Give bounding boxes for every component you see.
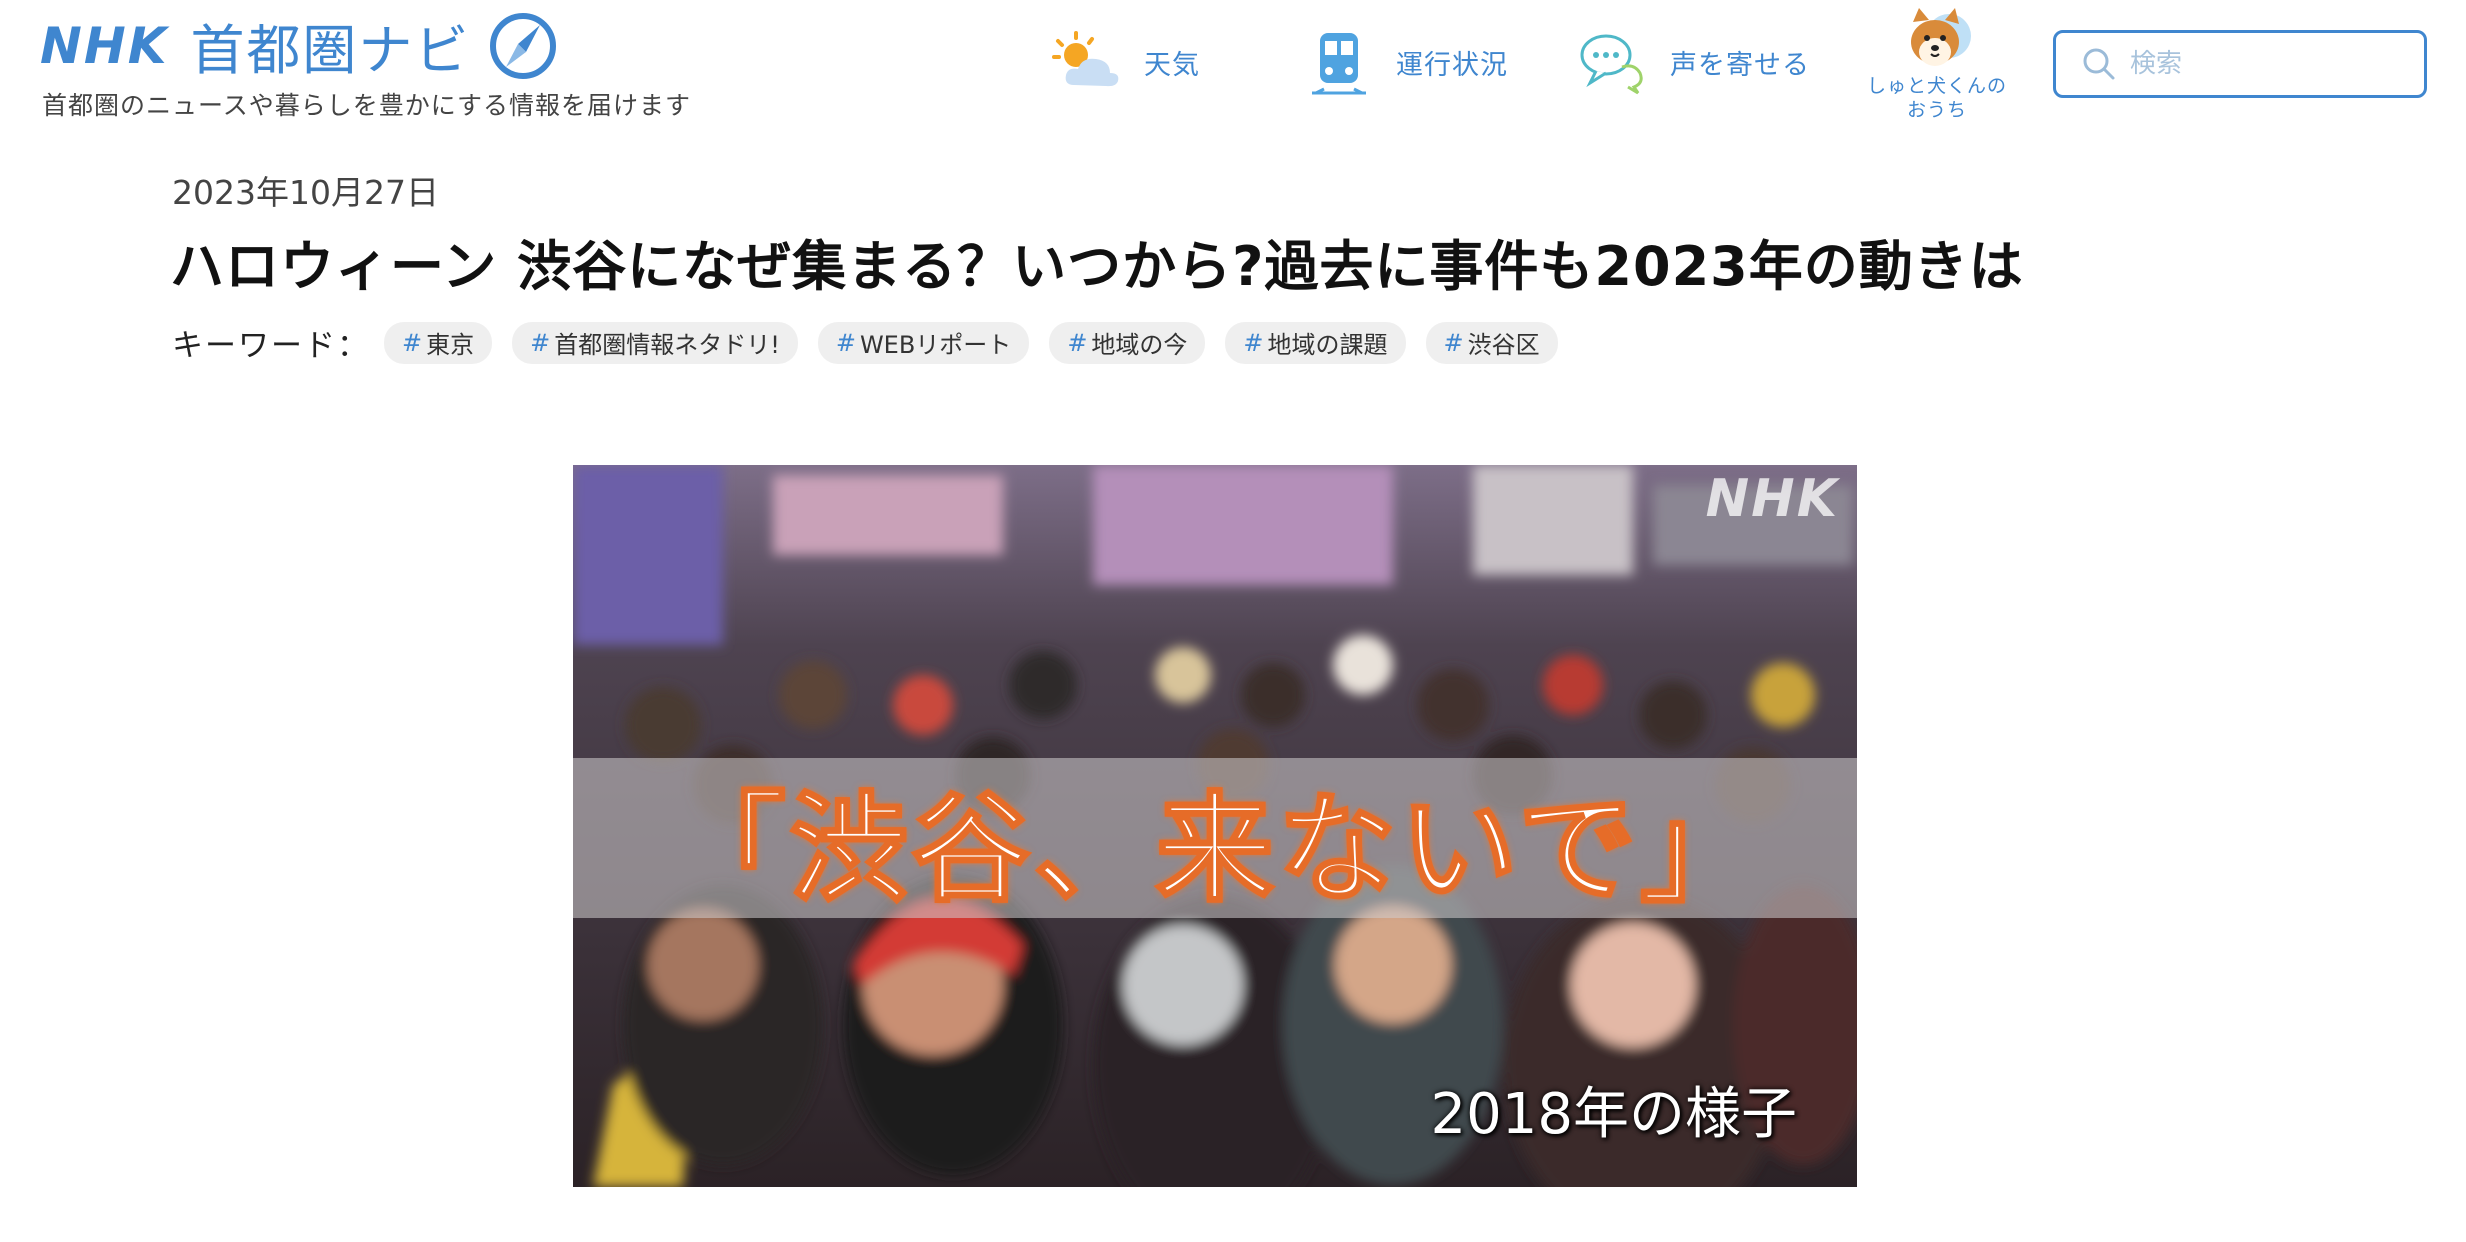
site-tagline: 首都圏のニュースや暮らしを豊かにする情報を届けます	[42, 91, 692, 120]
keyword-text: 東京	[426, 331, 475, 359]
logo-brand: NHK	[40, 16, 169, 75]
mascot-label-line2: おうち	[1906, 99, 1967, 121]
site-header: NHK 首都圏ナビ 首都圏のニュースや暮らしを豊かにする情報を届けます 天気 運…	[0, 0, 2466, 140]
nav-weather[interactable]: 天気	[1048, 26, 1200, 98]
keyword-text: 首都圏情報ネタドリ!	[554, 331, 780, 359]
keyword-tag-local-issues[interactable]: # 地域の課題	[1225, 321, 1406, 364]
hero-quote: 「渋谷、来ないで」	[666, 778, 1763, 919]
nav-send-voice[interactable]: 声を寄せる	[1574, 26, 1810, 98]
keyword-text: 地域の今	[1091, 331, 1188, 359]
keyword-text: 地域の課題	[1267, 331, 1388, 359]
mascot-house-link[interactable]: しゅと犬くんの おうち	[1862, 6, 2012, 122]
nav-weather-label: 天気	[1144, 49, 1200, 81]
keyword-tag-shibuya[interactable]: # 渋谷区	[1425, 321, 1558, 364]
hero-quote-banner: 「渋谷、来ないで」	[573, 758, 1857, 919]
site-logo[interactable]: NHK 首都圏ナビ	[40, 6, 558, 85]
article-headline: ハロウィーン 渋谷になぜ集まる？いつから?過去に事件も2023年の動きは	[170, 235, 2024, 298]
chat-bubble-icon	[1580, 34, 1643, 95]
keyword-tag-netadori[interactable]: # 首都圏情報ネタドリ!	[512, 321, 798, 364]
weather-icon	[1052, 31, 1119, 87]
keyword-tag-local-now[interactable]: # 地域の今	[1049, 321, 1206, 364]
keyword-text: WEBリポート	[859, 331, 1012, 359]
search-input[interactable]	[2130, 49, 2410, 79]
keyword-text: 渋谷区	[1467, 331, 1540, 359]
hero-image: NHK 「渋谷、来ないで」 2018年の様子	[573, 465, 1857, 1187]
search-icon	[2083, 48, 2115, 80]
compass-icon	[490, 12, 557, 79]
keyword-list: キーワード： # 東京 # 首都圏情報ネタドリ! # WEBリポート # 地域の今 # 地…	[172, 320, 1578, 365]
train-icon	[1312, 33, 1366, 95]
hash-icon: #	[1243, 328, 1264, 357]
nhk-watermark: NHK	[1705, 469, 1839, 529]
keywords-label: キーワード：	[172, 328, 370, 364]
nav-voice-label: 声を寄せる	[1670, 49, 1810, 81]
search-box[interactable]	[2053, 30, 2427, 98]
hash-icon: #	[1443, 328, 1464, 357]
shiba-dog-icon	[1911, 8, 1971, 66]
nav-train-label: 運行状況	[1396, 49, 1508, 81]
hero-caption: 2018年の様子	[1430, 1082, 1797, 1147]
mascot-label-line1: しゅと犬くんの	[1866, 75, 2007, 97]
logo-title: 首都圏ナビ	[190, 19, 471, 82]
keyword-tag-web-report[interactable]: # WEBリポート	[817, 321, 1030, 364]
keyword-tag-tokyo[interactable]: # 東京	[384, 321, 493, 364]
nav-train-status[interactable]: 運行状況	[1300, 26, 1508, 98]
hash-icon: #	[402, 328, 423, 357]
hash-icon: #	[530, 328, 551, 357]
hash-icon: #	[1067, 328, 1088, 357]
article-date: 2023年10月27日	[172, 173, 439, 212]
hash-icon: #	[835, 328, 856, 357]
